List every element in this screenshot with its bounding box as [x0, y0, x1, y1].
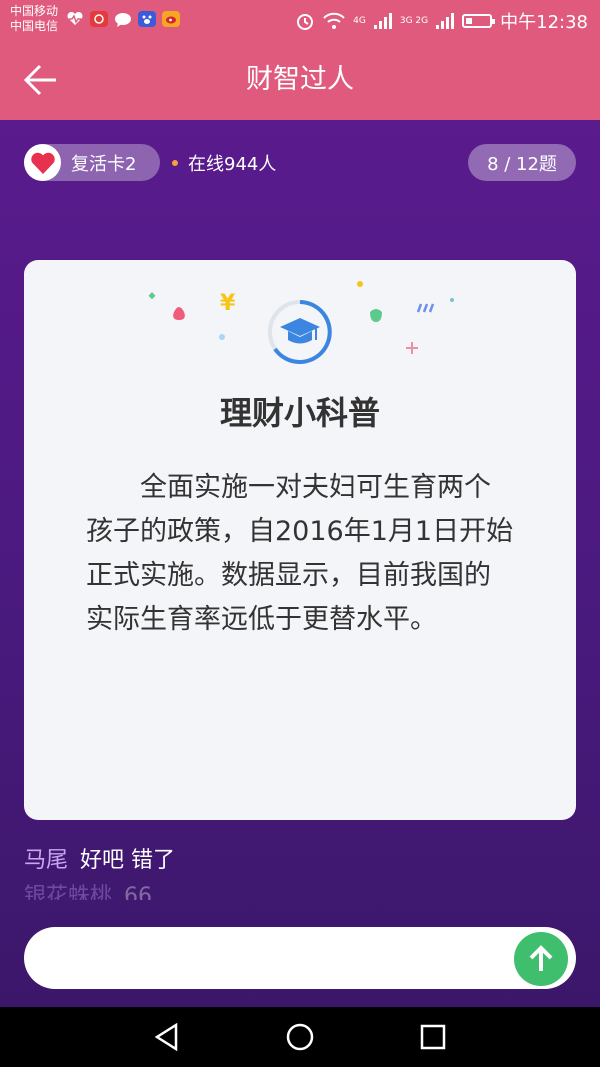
send-button[interactable] [514, 932, 568, 986]
dot-icon [450, 298, 454, 302]
triangle-back-icon [154, 1022, 178, 1052]
heart-icon-container [24, 144, 61, 181]
carrier-1: 中国移动 [10, 4, 59, 18]
circle-home-icon [286, 1023, 314, 1051]
status-right: 4G 3G 2G 中午12:38 [295, 8, 588, 34]
dot-icon [357, 281, 363, 287]
comment-user: 马尾 [24, 848, 69, 873]
plus-icon [406, 342, 418, 354]
network-3g2g: 3G 2G [399, 15, 429, 26]
alarm-icon [297, 14, 314, 30]
clock: 中午12:38 [500, 12, 588, 33]
signal-2-icon [436, 13, 455, 29]
nav-back-button[interactable] [152, 1022, 182, 1052]
comments-list: 马尾 好吧 错了 银花蛛桃 66 [24, 840, 576, 900]
stripes-icon [416, 303, 435, 313]
leaf-icon [370, 309, 382, 322]
status-bar: 中国移动 中国电信 4G 3G 2G 中午12:38 [0, 0, 600, 40]
comment-input[interactable] [48, 927, 492, 991]
yen-icon: ¥ [220, 291, 236, 316]
heart-monitor-icon [66, 11, 84, 27]
weibo-icon [162, 11, 180, 27]
network-4g: 4G [353, 15, 366, 26]
chat-icon [114, 11, 132, 27]
quiz-content: 复活卡2 在线944人 8 / 12题 ¥ 理财小科普 全面实施一对夫妇可生育两… [0, 120, 600, 1007]
comment-text: 好吧 错了 [80, 848, 176, 873]
nav-home-button[interactable] [285, 1022, 315, 1052]
online-count: 在线944人 [172, 144, 276, 181]
card-body: 全面实施一对夫妇可生育两个孩子的政策，自2016年1月1日开始正式实施。数据显示… [86, 472, 514, 635]
revive-card-label: 复活卡2 [71, 153, 137, 175]
online-text: 在线944人 [188, 153, 277, 175]
dot-icon [219, 334, 225, 340]
page-title: 财智过人 [246, 64, 354, 95]
heart-icon [30, 152, 55, 174]
info-card: ¥ 理财小科普 全面实施一对夫妇可生育两个孩子的政策，自2016年1月1日开始正… [24, 260, 576, 820]
comment-item: 马尾 好吧 错了 [24, 840, 576, 882]
app-bar: 财智过人 [0, 40, 600, 120]
signal-1-icon [373, 13, 392, 29]
comment-text: 66 [124, 884, 153, 900]
card-title: 理财小科普 [219, 394, 380, 432]
square-recents-icon [420, 1024, 446, 1050]
baidu-icon [138, 11, 156, 27]
battery-icon [462, 14, 496, 28]
graduation-cap-icon [280, 318, 320, 344]
carrier-info: 中国移动 中国电信 [10, 4, 58, 34]
carrier-2: 中国电信 [10, 19, 59, 33]
comment-input-bar [24, 927, 576, 991]
sparkle-icon [148, 292, 156, 300]
revive-card-badge[interactable]: 复活卡2 [24, 144, 160, 181]
wifi-icon [323, 12, 345, 29]
card-decoration: ¥ [148, 281, 454, 364]
question-progress: 8 / 12题 [468, 144, 576, 181]
online-dot [172, 159, 178, 166]
notification-icons [66, 11, 180, 27]
money-bag-icon [173, 307, 185, 320]
comment-user: 银花蛛桃 [24, 884, 113, 900]
nav-recents-button[interactable] [418, 1022, 448, 1052]
comment-item: 银花蛛桃 66 [24, 882, 576, 900]
system-nav-bar [0, 1007, 600, 1067]
unicom-icon [90, 11, 108, 27]
arrow-up-icon [529, 945, 553, 971]
